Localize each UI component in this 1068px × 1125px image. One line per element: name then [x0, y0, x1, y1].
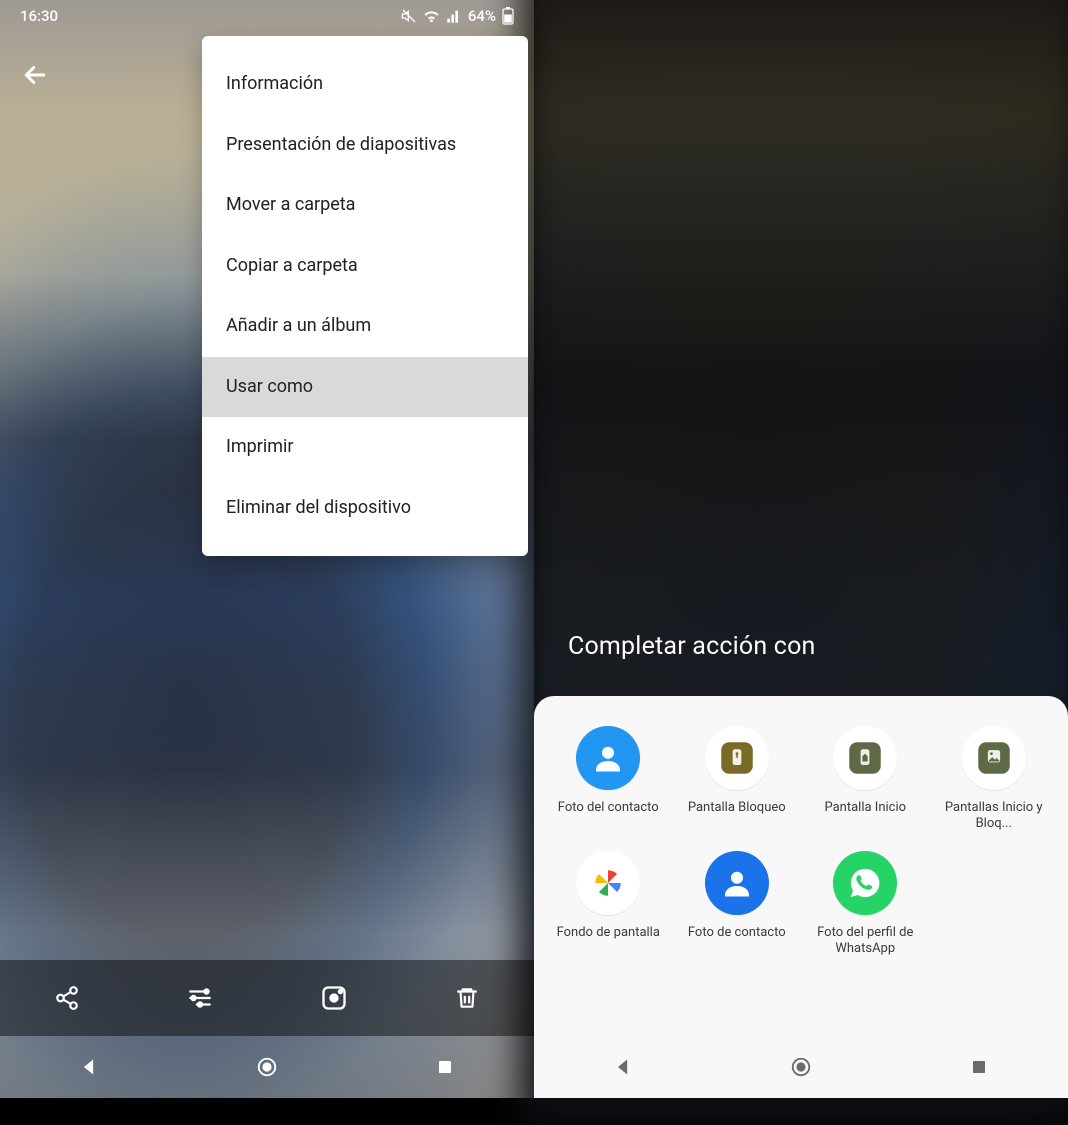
app-label: Pantalla Inicio	[824, 800, 906, 816]
contact-icon	[705, 851, 769, 915]
nav-back-button[interactable]	[69, 1047, 109, 1087]
menu-item-print[interactable]: Imprimir	[202, 417, 528, 478]
chooser-app-lock-screen[interactable]: Pantalla Bloqueo	[673, 720, 802, 839]
back-button[interactable]	[20, 60, 50, 94]
nav-home-button[interactable]	[247, 1047, 287, 1087]
chooser-grid: Foto del contacto Pantalla Bloqueo Panta…	[544, 720, 1058, 963]
menu-item-delete[interactable]: Eliminar del dispositivo	[202, 478, 528, 539]
chooser-app-contact-photo-2[interactable]: Foto de contacto	[673, 845, 802, 964]
system-nav-bar	[0, 1036, 534, 1098]
chooser-app-both-screens[interactable]: Pantallas Inicio y Bloq...	[930, 720, 1059, 839]
chooser-app-wallpaper[interactable]: Fondo de pantalla	[544, 845, 673, 964]
menu-item-info[interactable]: Información	[202, 54, 528, 115]
share-button[interactable]	[43, 974, 91, 1022]
menu-item-move[interactable]: Mover a carpeta	[202, 175, 528, 236]
photo-action-bar	[0, 960, 534, 1036]
delete-button[interactable]	[443, 974, 491, 1022]
app-label: Foto de contacto	[688, 925, 786, 941]
lens-button[interactable]	[310, 974, 358, 1022]
overflow-menu: Información Presentación de diapositivas…	[202, 36, 528, 556]
app-label: Fondo de pantalla	[557, 925, 660, 941]
chooser-app-home-screen[interactable]: Pantalla Inicio	[801, 720, 930, 839]
menu-item-slideshow[interactable]: Presentación de diapositivas	[202, 115, 528, 176]
status-bar: 16:30 64%	[0, 0, 534, 32]
nav-recents-button[interactable]	[959, 1047, 999, 1087]
app-label: Foto del contacto	[558, 800, 659, 816]
chooser-title: Completar acción con	[568, 632, 1038, 661]
chooser-app-contact-photo[interactable]: Foto del contacto	[544, 720, 673, 839]
lock-icon	[705, 726, 769, 790]
battery-text: 64%	[468, 7, 496, 25]
battery-icon	[502, 7, 514, 25]
edit-button[interactable]	[176, 974, 224, 1022]
app-label: Pantalla Bloqueo	[688, 800, 786, 816]
home-icon	[833, 726, 897, 790]
picture-icon	[962, 726, 1026, 790]
chooser-app-whatsapp[interactable]: Foto del perfil de WhatsApp	[801, 845, 930, 964]
chooser-sheet: Foto del contacto Pantalla Bloqueo Panta…	[534, 696, 1068, 1098]
whatsapp-icon	[833, 851, 897, 915]
google-photos-icon	[576, 851, 640, 915]
app-label: Foto del perfil de WhatsApp	[810, 925, 920, 958]
status-time: 16:30	[20, 7, 58, 25]
photo-viewer-screen: 16:30 64% Información Presentación de di…	[0, 0, 534, 1098]
intent-chooser-screen: Completar acción con Foto del contacto P…	[534, 0, 1068, 1098]
nav-home-button[interactable]	[781, 1047, 821, 1087]
signal-icon	[446, 8, 462, 24]
app-label: Pantallas Inicio y Bloq...	[939, 800, 1049, 833]
nav-recents-button[interactable]	[425, 1047, 465, 1087]
menu-item-copy[interactable]: Copiar a carpeta	[202, 236, 528, 297]
status-icons: 64%	[401, 7, 514, 25]
menu-item-add-album[interactable]: Añadir a un álbum	[202, 296, 528, 357]
system-nav-bar	[534, 1036, 1068, 1098]
nav-back-button[interactable]	[603, 1047, 643, 1087]
menu-item-use-as[interactable]: Usar como	[202, 357, 528, 418]
mute-icon	[401, 8, 417, 24]
wifi-icon	[423, 8, 440, 25]
contact-icon	[576, 726, 640, 790]
